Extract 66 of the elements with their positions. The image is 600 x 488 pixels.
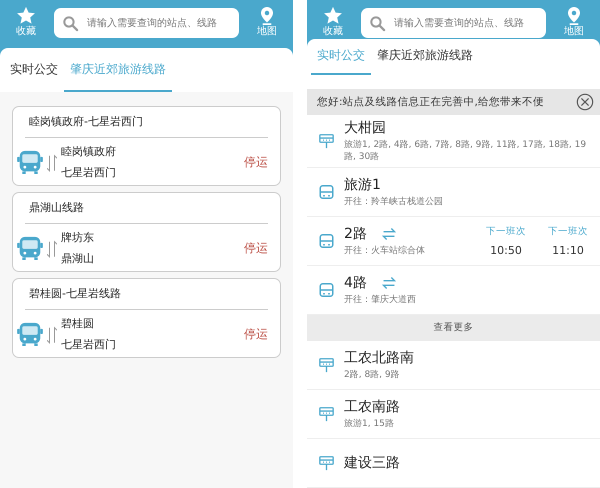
end-stop: 鼎湖山	[61, 251, 95, 266]
destination: 开往：火车站综合体	[344, 245, 426, 257]
bus-icon	[319, 282, 334, 298]
destination: 开往：肇庆大道西	[344, 294, 417, 306]
next-departure-label: 下一班次	[548, 225, 588, 238]
close-icon[interactable]	[576, 93, 594, 111]
bus-icon	[17, 322, 43, 346]
up-down-arrows-icon	[47, 152, 57, 172]
search-field[interactable]: 请输入需要查询的站点、线路	[54, 8, 239, 38]
route-name: 2路	[344, 225, 367, 243]
map-pin-icon	[567, 7, 581, 25]
route-name: 碧桂圆-七星岩线路	[25, 279, 268, 310]
bus-icon	[17, 150, 43, 174]
map-pin-icon	[260, 7, 274, 25]
swap-arrows-icon[interactable]	[380, 276, 397, 290]
stop-name: 工农北路南	[344, 349, 414, 367]
route-name: 4路	[344, 274, 367, 292]
route-item[interactable]: 2路 开往：火车站综合体 下一班次 10:50 下一班次 11:10	[307, 217, 600, 266]
tab[interactable]: 肇庆近郊旅游线路	[371, 38, 479, 75]
departure-time: 10:50	[490, 244, 522, 257]
search-icon	[369, 15, 386, 32]
search-field[interactable]: 请输入需要查询的站点、线路	[361, 8, 546, 38]
stop-item[interactable]: 建设三路	[307, 439, 600, 488]
start-stop: 碧桂圆	[61, 316, 95, 331]
notice-text: 您好:站点及线路信息正在完善中,给您带来不便	[317, 95, 544, 109]
start-stop: 睦岗镇政府	[61, 144, 117, 159]
up-down-arrows-icon	[47, 238, 57, 258]
route-card[interactable]: 睦岗镇政府-七星岩西门 睦岗镇政府 七星岩西门 停运	[12, 106, 281, 186]
swap-arrows-icon[interactable]	[380, 227, 397, 241]
next-departure-label: 下一班次	[486, 225, 526, 238]
tab[interactable]: 实时公交	[4, 48, 64, 92]
bus-icon	[319, 184, 334, 200]
bus-stop-sign-icon	[319, 133, 334, 149]
stop-name: 建设三路	[344, 454, 400, 472]
route-item[interactable]: 旅游1 开往：羚羊峡古栈道公园	[307, 168, 600, 217]
end-stop: 七星岩西门	[61, 337, 117, 352]
show-more-button[interactable]: 查看更多	[307, 315, 600, 341]
bus-icon	[17, 236, 43, 260]
stop-item[interactable]: 工农南路 旅游1, 15路	[307, 390, 600, 439]
bus-icon	[319, 233, 334, 249]
route-name: 睦岗镇政府-七星岩西门	[25, 107, 268, 138]
up-down-arrows-icon	[47, 324, 57, 344]
bus-stop-sign-icon	[319, 406, 334, 422]
start-stop: 牌坊东	[61, 230, 95, 245]
star-icon	[323, 6, 343, 25]
route-list: 旅游1, 15路	[344, 418, 592, 430]
destination: 开往：羚羊峡古栈道公园	[344, 196, 444, 208]
end-stop: 七星岩西门	[61, 165, 117, 180]
route-status: 停运	[244, 154, 268, 170]
departure-time: 11:10	[552, 244, 584, 257]
star-icon	[16, 6, 36, 25]
route-name: 鼎湖山线路	[25, 193, 268, 224]
route-list: 2路, 8路, 9路	[344, 369, 592, 381]
route-list: 旅游1, 2路, 4路, 6路, 7路, 8路, 9路, 11路, 17路, 18路, 19路, 30路	[344, 139, 592, 163]
stop-item[interactable]: 大柑园 旅游1, 2路, 4路, 6路, 7路, 8路, 9路, 11路, 17路, 18路, 19路, 30路	[307, 115, 600, 168]
route-name: 旅游1	[344, 176, 381, 194]
bus-stop-sign-icon	[319, 357, 334, 373]
route-card[interactable]: 鼎湖山线路 牌坊东 鼎湖山 停运	[12, 192, 281, 272]
route-status: 停运	[244, 240, 268, 256]
route-status: 停运	[244, 326, 268, 342]
stop-name: 大柑园	[344, 119, 386, 137]
stop-item[interactable]: 工农北路南 2路, 8路, 9路	[307, 341, 600, 390]
search-icon	[62, 15, 79, 32]
bus-stop-sign-icon	[319, 455, 334, 471]
stop-name: 工农南路	[344, 398, 400, 416]
route-card[interactable]: 碧桂圆-七星岩线路 碧桂圆 七星岩西门 停运	[12, 278, 281, 358]
